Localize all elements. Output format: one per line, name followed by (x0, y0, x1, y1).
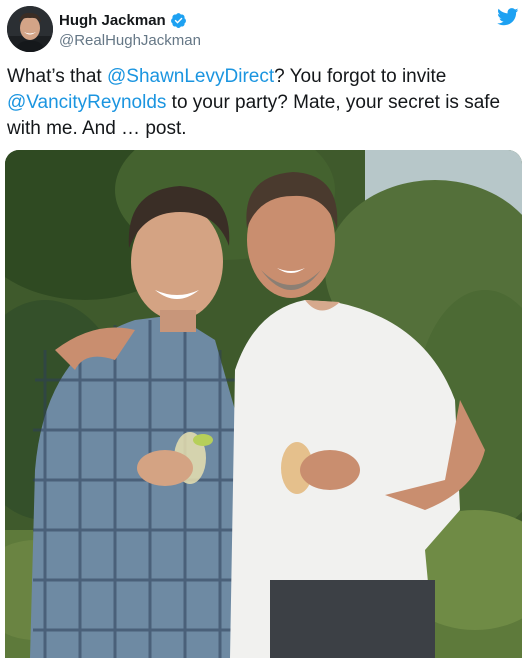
tweet-photo[interactable] (5, 150, 522, 658)
tweet-header: Hugh Jackman @RealHughJackman (7, 6, 521, 54)
twitter-bird-icon[interactable] (497, 8, 519, 26)
author-display-name[interactable]: Hugh Jackman (59, 12, 166, 29)
tweet-text: What’s that @ShawnLevyDirect? You forgot… (7, 64, 519, 142)
author-handle[interactable]: @RealHughJackman (59, 32, 201, 49)
tweet-text-part: What’s that (7, 66, 107, 87)
verified-badge-icon (170, 12, 187, 29)
tweet-card: Hugh Jackman @RealHughJackman What’s tha… (0, 0, 527, 658)
display-name-row: Hugh Jackman (59, 10, 201, 30)
tweet-text-part: ? You forgot to invite (274, 66, 447, 87)
author-names: Hugh Jackman @RealHughJackman (59, 10, 201, 50)
mention-link[interactable]: @ShawnLevyDirect (107, 66, 274, 87)
author-avatar[interactable] (7, 6, 53, 52)
mention-link[interactable]: @VancityReynolds (7, 92, 166, 113)
